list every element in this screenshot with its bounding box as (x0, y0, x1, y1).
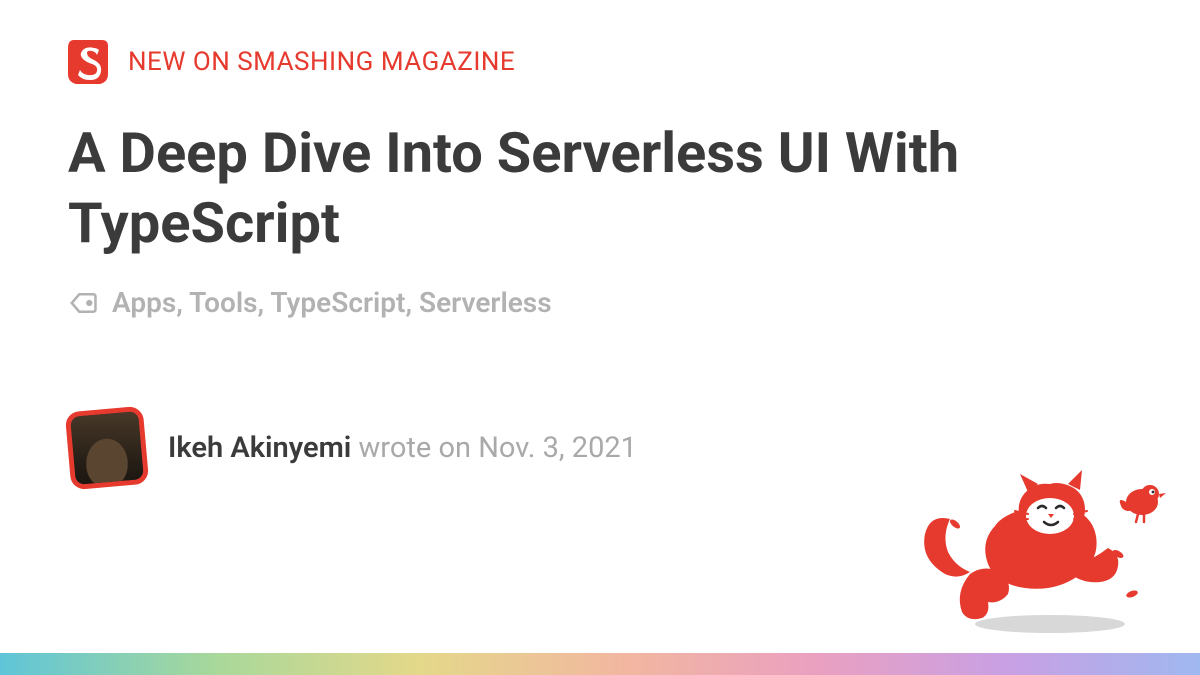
tags-text: Apps, Tools, TypeScript, Serverless (112, 286, 552, 319)
byline: Ikeh Akinyemi wrote on Nov. 3, 2021 (168, 431, 637, 465)
smashing-logo-icon (68, 38, 108, 86)
tag-icon (68, 288, 98, 318)
author-avatar (65, 406, 150, 491)
article-title: A Deep Dive Into Serverless UI With Type… (68, 118, 1132, 258)
article-date: Nov. 3, 2021 (478, 431, 637, 465)
rainbow-divider (0, 653, 1200, 675)
header-row: NEW ON SMASHING MAGAZINE (68, 38, 1132, 86)
header-label: NEW ON SMASHING MAGAZINE (128, 47, 515, 77)
smashing-cat-mascot-icon (900, 464, 1180, 639)
author-name: Ikeh Akinyemi (168, 431, 351, 465)
tags-row: Apps, Tools, TypeScript, Serverless (68, 286, 1132, 319)
byline-prefix: wrote on (351, 431, 478, 465)
